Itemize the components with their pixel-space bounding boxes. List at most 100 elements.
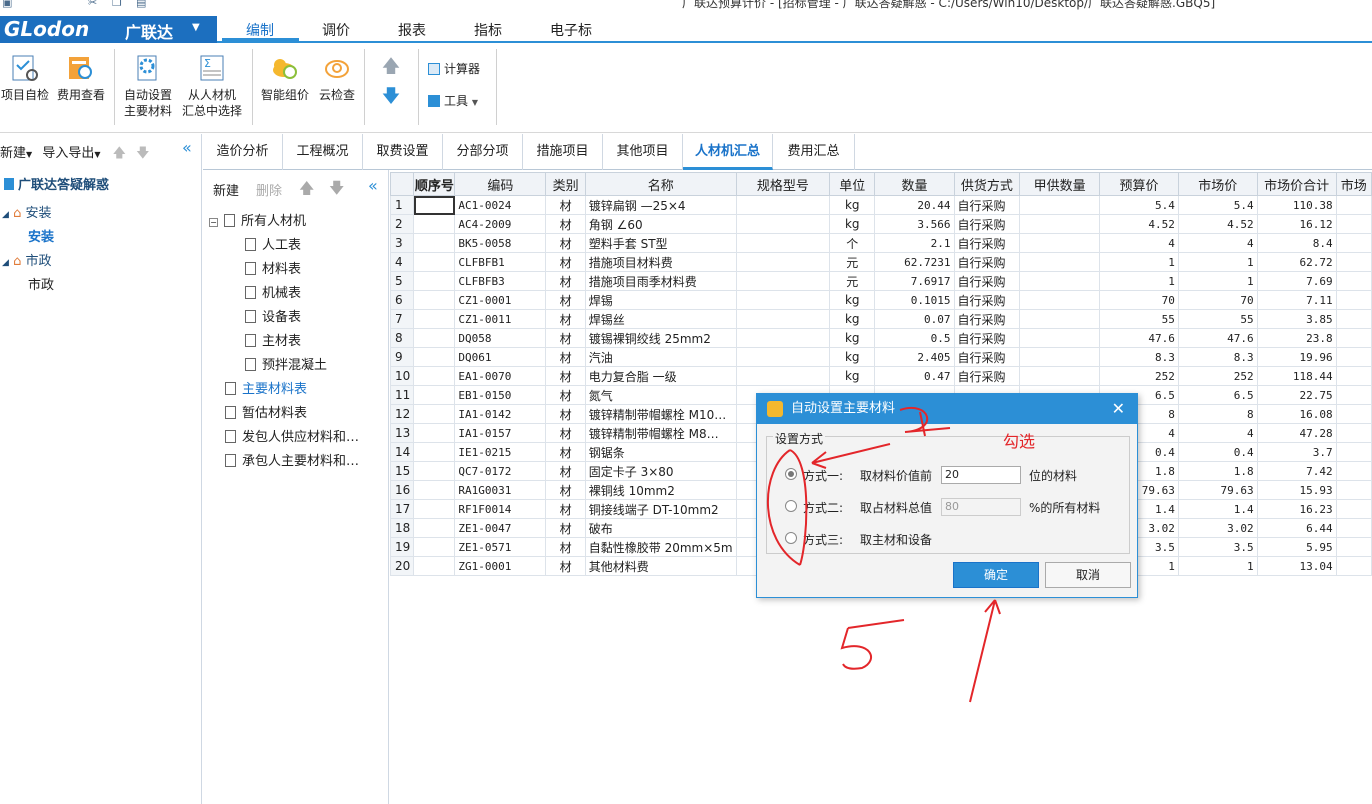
code-cell[interactable]: AC4-2009: [454, 214, 547, 234]
supply-cell[interactable]: 自行采购: [953, 309, 1021, 329]
market-more-cell[interactable]: [1335, 328, 1372, 348]
category-cell[interactable]: 材: [545, 537, 586, 557]
budget-cell[interactable]: 4: [1099, 233, 1179, 253]
unit-cell[interactable]: kg: [829, 366, 876, 386]
project-check-button[interactable]: 项目自检: [0, 53, 50, 103]
spec-cell[interactable]: [735, 366, 831, 386]
budget-cell[interactable]: 47.6: [1099, 328, 1179, 348]
cloud-check-button[interactable]: 云检查: [314, 53, 360, 103]
supply-cell[interactable]: 自行采购: [953, 290, 1021, 310]
cost-view-button[interactable]: 费用查看: [54, 53, 108, 103]
market-more-cell[interactable]: [1335, 347, 1372, 367]
market-cell[interactable]: 1.8: [1177, 461, 1258, 481]
market-more-cell[interactable]: [1335, 214, 1372, 234]
market-more-cell[interactable]: [1335, 309, 1372, 329]
move-down-icon[interactable]: 🡇: [329, 178, 344, 203]
tab-other-items[interactable]: 其他项目: [603, 134, 683, 170]
market-more-cell[interactable]: [1335, 518, 1372, 538]
seq-cell[interactable]: [413, 195, 456, 215]
row-number-cell[interactable]: 2: [389, 214, 415, 234]
category-cell[interactable]: 材: [545, 423, 586, 443]
col-unit-header[interactable]: 单位: [829, 172, 876, 196]
table-row[interactable]: 10 EA1-0070 材电力复合脂 一级 kg 0.47 自行采购 252 252 118.4…: [389, 366, 1372, 386]
market-more-cell[interactable]: [1335, 404, 1372, 424]
col-name-header[interactable]: 名称: [584, 172, 737, 196]
market-more-cell[interactable]: [1335, 385, 1372, 405]
market-more-cell[interactable]: [1335, 271, 1372, 291]
col-seq-header[interactable]: 顺序号: [413, 172, 456, 196]
category-cell[interactable]: 材: [545, 480, 586, 500]
code-cell[interactable]: AC1-0024: [454, 195, 547, 215]
budget-cell[interactable]: 55: [1099, 309, 1179, 329]
tab-fee-settings[interactable]: 取费设置: [363, 134, 443, 170]
name-cell[interactable]: 措施项目雨季材料费: [584, 271, 737, 291]
market-total-cell[interactable]: 22.75: [1256, 385, 1337, 405]
tab-reports[interactable]: 报表: [398, 20, 426, 40]
owner-qty-cell[interactable]: [1019, 252, 1101, 272]
new-button[interactable]: 新建: [0, 146, 26, 161]
category-cell[interactable]: 材: [545, 366, 586, 386]
tools-button[interactable]: 工具 ▼: [428, 93, 478, 111]
name-cell[interactable]: 焊锡丝: [584, 309, 737, 329]
name-cell[interactable]: 焊锡: [584, 290, 737, 310]
qty-cell[interactable]: 7.6917: [874, 271, 955, 291]
row-number-cell[interactable]: 20: [389, 556, 415, 576]
market-cell[interactable]: 4.52: [1177, 214, 1258, 234]
qty-cell[interactable]: 0.07: [874, 309, 955, 329]
unit-cell[interactable]: 元: [829, 271, 876, 291]
market-more-cell[interactable]: [1335, 480, 1372, 500]
budget-cell[interactable]: 5.4: [1099, 195, 1179, 215]
market-total-cell[interactable]: 7.69: [1256, 271, 1337, 291]
category-cell[interactable]: 材: [545, 328, 586, 348]
supply-cell[interactable]: 自行采购: [953, 195, 1021, 215]
close-icon[interactable]: ✕: [1112, 394, 1125, 424]
tab-e-bid[interactable]: 电子标: [550, 20, 592, 40]
code-cell[interactable]: RA1G0031: [454, 480, 547, 500]
owner-qty-cell[interactable]: [1019, 347, 1101, 367]
collapse-panel-icon[interactable]: «: [368, 176, 378, 195]
col-market-more-header[interactable]: 市场: [1335, 172, 1372, 196]
spec-cell[interactable]: [735, 309, 831, 329]
spec-cell[interactable]: [735, 214, 831, 234]
spec-cell[interactable]: [735, 290, 831, 310]
market-cell[interactable]: 70: [1177, 290, 1258, 310]
market-cell[interactable]: 1.4: [1177, 499, 1258, 519]
budget-cell[interactable]: 1: [1099, 271, 1179, 291]
col-supply-header[interactable]: 供货方式: [953, 172, 1021, 196]
market-cell[interactable]: 5.4: [1177, 195, 1258, 215]
market-cell[interactable]: 8.3: [1177, 347, 1258, 367]
market-total-cell[interactable]: 23.8: [1256, 328, 1337, 348]
qty-cell[interactable]: 2.405: [874, 347, 955, 367]
table-row[interactable]: 5 CLFBFB3 材措施项目雨季材料费元 7.6917 自行采购 1 1 7.69: [389, 271, 1372, 291]
owner-qty-cell[interactable]: [1019, 290, 1101, 310]
owner-qty-cell[interactable]: [1019, 233, 1101, 253]
name-cell[interactable]: 钢锯条: [584, 442, 737, 462]
market-total-cell[interactable]: 16.23: [1256, 499, 1337, 519]
code-cell[interactable]: DQ058: [454, 328, 547, 348]
row-number-cell[interactable]: 1: [389, 195, 415, 215]
market-cell[interactable]: 47.6: [1177, 328, 1258, 348]
market-more-cell[interactable]: [1335, 366, 1372, 386]
table-row[interactable]: 7 CZ1-0011 材焊锡丝 kg 0.07 自行采购 55 55 3.85: [389, 309, 1372, 329]
seq-cell[interactable]: [413, 328, 456, 348]
tab-fee-summary[interactable]: 费用汇总: [773, 134, 855, 170]
tree-contractor-main-table[interactable]: 承包人主要材料和…: [225, 450, 359, 469]
option1-radio[interactable]: [785, 468, 797, 480]
market-more-cell[interactable]: [1335, 442, 1372, 462]
move-down-icon[interactable]: 🡇: [378, 88, 404, 106]
market-cell[interactable]: 6.5: [1177, 385, 1258, 405]
tab-resource-summary[interactable]: 人材机汇总: [683, 134, 773, 170]
seq-cell[interactable]: [413, 461, 456, 481]
row-number-cell[interactable]: 4: [389, 252, 415, 272]
code-cell[interactable]: ZE1-0571: [454, 537, 547, 557]
name-cell[interactable]: 铜接线端子 DT-10mm2: [584, 499, 737, 519]
paste-icon[interactable]: ▤: [136, 0, 146, 9]
budget-cell[interactable]: 252: [1099, 366, 1179, 386]
market-cell[interactable]: 3.5: [1177, 537, 1258, 557]
market-total-cell[interactable]: 6.44: [1256, 518, 1337, 538]
row-number-cell[interactable]: 15: [389, 461, 415, 481]
mid-new-button[interactable]: 新建: [213, 180, 239, 199]
unit-cell[interactable]: kg: [829, 214, 876, 234]
tree-owner-supply-table[interactable]: 发包人供应材料和…: [225, 426, 359, 445]
market-more-cell[interactable]: [1335, 537, 1372, 557]
